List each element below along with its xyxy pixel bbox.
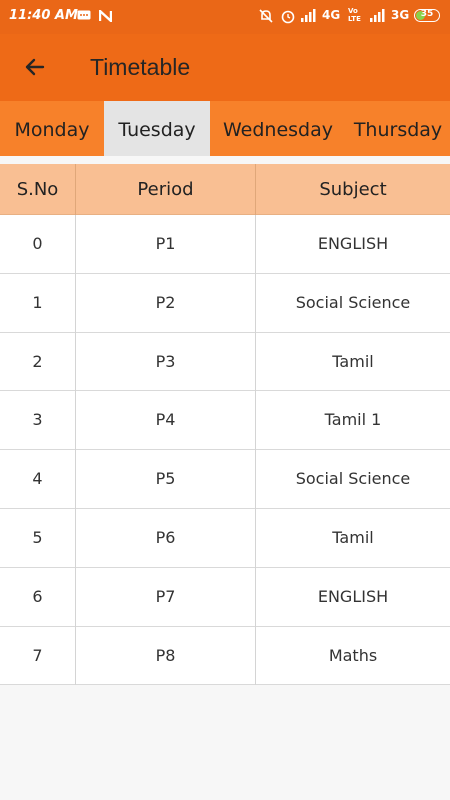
cell-period: P5 [75, 450, 255, 509]
cell-period: P3 [75, 332, 255, 392]
cell-period: P2 [75, 273, 255, 333]
table-header-row: S.No Period Subject [0, 164, 450, 215]
cell-subject: Tamil [255, 332, 450, 392]
cell-sno: 6 [32, 586, 43, 606]
arrow-left-icon [25, 58, 45, 76]
cell-period: P4 [75, 391, 255, 451]
cell-sno: 5 [32, 527, 43, 547]
cell-sno: 7 [32, 645, 43, 665]
table-row: 6 P7 ENGLISH [0, 567, 450, 627]
back-button[interactable] [20, 52, 50, 82]
battery-icon: 35 [414, 9, 440, 22]
toolbar: Timetable [0, 34, 450, 101]
cell-subject: ENGLISH [255, 215, 450, 274]
status-time: 11:40 AM [9, 8, 78, 23]
tab-thursday[interactable]: Thursday [346, 101, 450, 156]
mute-icon [259, 9, 273, 23]
header-subject: Subject [255, 164, 450, 215]
tab-tuesday[interactable]: Tuesday [104, 101, 210, 156]
cell-sno: 2 [32, 351, 43, 371]
cell-subject: Social Science [255, 450, 450, 509]
cell-period: P8 [75, 626, 255, 686]
cell-sno: 3 [32, 410, 43, 430]
table-row: 7 P8 Maths [0, 626, 450, 686]
tab-wednesday[interactable]: Wednesday [210, 101, 346, 156]
cell-subject: ENGLISH [255, 567, 450, 627]
volte-icon: Vo LTE [348, 7, 361, 23]
cell-subject: Social Science [255, 273, 450, 333]
table-row: 4 P5 Social Science [0, 450, 450, 509]
day-tabs: Monday Tuesday Wednesday Thursday [0, 101, 450, 156]
cell-period: P1 [75, 215, 255, 274]
message-icon [77, 10, 91, 20]
header-period: Period [75, 164, 255, 215]
cell-period: P6 [75, 508, 255, 568]
tab-monday[interactable]: Monday [0, 101, 104, 156]
cell-subject: Maths [255, 626, 450, 686]
table-row: 5 P6 Tamil [0, 508, 450, 568]
table-row: 3 P4 Tamil 1 [0, 391, 450, 451]
cell-sno: 1 [32, 292, 43, 312]
timetable-table: S.No Period Subject 0 P1 ENGLISH 1 P2 So… [0, 164, 450, 686]
status-bar: 11:40 AM 4G Vo LTE 3G 35 [0, 0, 450, 34]
table-row: 1 P2 Social Science [0, 273, 450, 333]
table-row: 0 P1 ENGLISH [0, 215, 450, 274]
page-title: Timetable [90, 54, 191, 80]
cell-sno: 0 [32, 234, 43, 253]
network-label-1: 4G [322, 8, 341, 22]
cell-subject: Tamil 1 [255, 391, 450, 451]
signal-icon-2 [370, 9, 385, 22]
battery-level: 35 [420, 9, 434, 19]
signal-icon [301, 9, 316, 22]
cell-sno: 4 [32, 469, 43, 489]
cell-period: P7 [75, 567, 255, 627]
table-row: 2 P3 Tamil [0, 332, 450, 392]
alarm-icon [281, 10, 295, 24]
cell-subject: Tamil [255, 508, 450, 568]
n-app-icon [99, 10, 112, 22]
header-sno: S.No [16, 179, 59, 200]
network-label-2: 3G [391, 8, 410, 22]
